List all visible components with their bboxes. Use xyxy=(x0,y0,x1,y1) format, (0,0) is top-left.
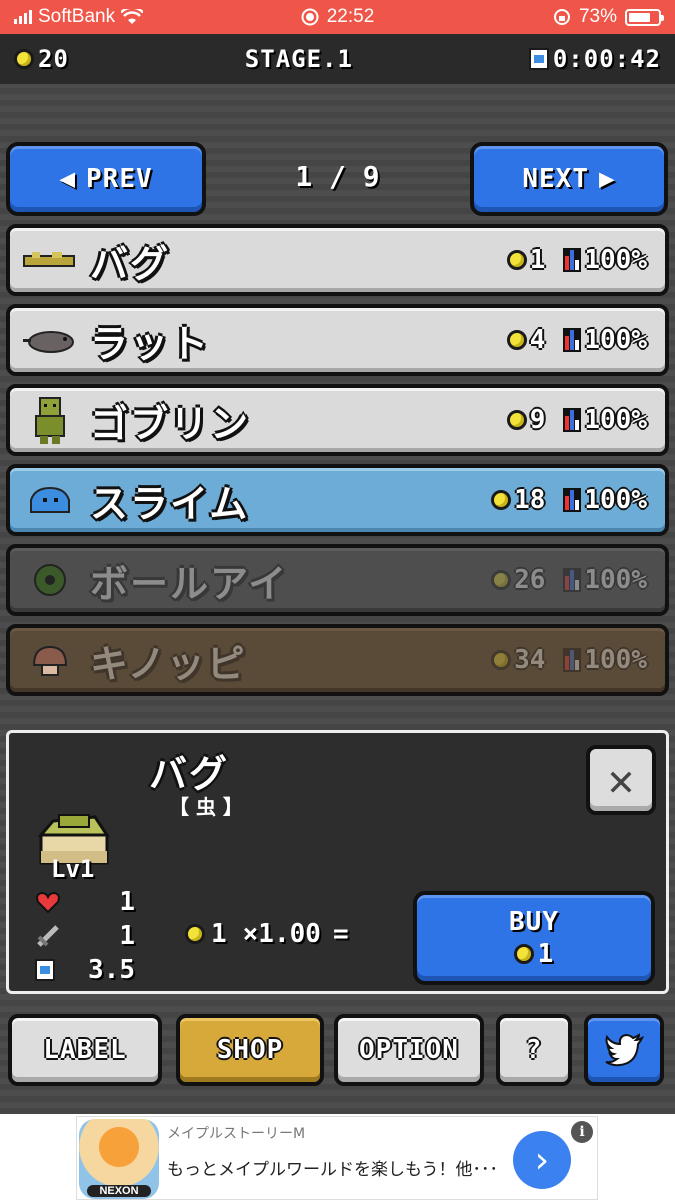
detail-category: 【 虫 】 xyxy=(169,795,243,819)
coin-icon xyxy=(506,410,527,430)
battery-icon xyxy=(625,8,664,26)
monster-row-bug[interactable]: バグ 1 100% xyxy=(6,224,669,296)
sword-icon xyxy=(37,925,59,947)
monster-percent: 100% xyxy=(584,485,647,515)
monster-name: キノッピ xyxy=(90,641,247,686)
wifi-icon xyxy=(121,9,144,24)
monster-row-ballaye[interactable]: ボールアイ 26 100% xyxy=(6,544,669,616)
monster-cost: 26 xyxy=(514,565,546,595)
heart-icon xyxy=(36,891,60,914)
coin-icon xyxy=(185,924,205,944)
hourglass-icon xyxy=(528,48,549,70)
monster-row-slime[interactable]: スライム 18 100% xyxy=(6,464,669,536)
monster-percent: 100% xyxy=(584,245,647,275)
level-label: Lv1 xyxy=(51,855,95,883)
monster-cost: 9 xyxy=(529,405,546,435)
monster-row-kinoppi[interactable]: キノッピ 34 100% xyxy=(6,624,669,696)
monster-percent: 100% xyxy=(584,565,647,595)
monster-percent: 100% xyxy=(584,405,647,435)
tab-label[interactable]: LABEL xyxy=(8,1014,162,1086)
monster-cost: 4 xyxy=(529,325,546,355)
monster-detail-panel: バグ 【 虫 】 ✕ Lv1 1 1 3.5 1 ×1.00 = BUY 1 xyxy=(6,730,669,994)
tab-shop[interactable]: SHOP xyxy=(176,1014,324,1086)
bug-sprite-icon xyxy=(23,252,75,267)
monster-name: バグ xyxy=(90,241,171,286)
stats-bar-icon xyxy=(563,488,582,512)
stats-bar-icon xyxy=(563,568,582,592)
coin-counter: 20 xyxy=(14,45,69,73)
monster-name: スライム xyxy=(90,481,250,526)
triangle-left-icon: ◀ xyxy=(59,164,77,194)
coin-icon xyxy=(14,49,34,69)
monster-row-goblin[interactable]: ゴブリン 9 100% xyxy=(6,384,669,456)
stats-bar-icon xyxy=(563,408,582,432)
recording-icon xyxy=(301,8,319,26)
monster-name: ボールアイ xyxy=(90,561,289,606)
orientation-lock-icon xyxy=(553,9,570,25)
coin-icon xyxy=(506,250,527,270)
ad-title: メイプルストーリーM xyxy=(167,1126,306,1142)
stat-hp: 1 xyxy=(35,887,135,917)
status-bar: SoftBank 22:52 73% xyxy=(0,0,675,34)
bottom-tabs: LABEL SHOP OPTION ? xyxy=(8,1014,668,1088)
clock: 22:52 xyxy=(326,6,375,27)
mushroom-sprite-icon xyxy=(32,645,68,676)
coin-icon xyxy=(491,570,512,590)
prev-button[interactable]: ◀ PREV xyxy=(6,142,206,216)
signal-icon xyxy=(14,10,32,24)
triangle-right-icon: ▶ xyxy=(598,164,616,194)
stat-speed: 3.5 xyxy=(35,955,135,985)
close-icon: ✕ xyxy=(607,754,635,806)
stat-attack: 1 xyxy=(35,921,135,951)
slime-sprite-icon xyxy=(30,486,70,513)
carrier-label: SoftBank xyxy=(38,6,116,27)
stats-bar-icon xyxy=(563,248,582,272)
close-button[interactable]: ✕ xyxy=(586,745,656,815)
timer-value: 0:00:42 xyxy=(552,45,661,73)
coin-icon xyxy=(506,330,527,350)
page-indicator: 1 / 9 xyxy=(295,160,380,193)
game-screen: 20 STAGE.1 0:00:42 ◀ PREV 1 / 9 NEXT ▶ バ… xyxy=(0,34,675,1114)
rat-sprite-icon xyxy=(23,331,74,353)
help-button[interactable]: ? xyxy=(496,1014,572,1086)
coin-icon xyxy=(491,650,512,670)
monster-percent: 100% xyxy=(584,325,647,355)
eyeball-sprite-icon xyxy=(34,564,66,596)
monster-name: ラット xyxy=(90,321,211,366)
cost-formula: 1 ×1.00 = xyxy=(185,919,349,949)
stats-bar-icon xyxy=(563,648,582,672)
coin-icon xyxy=(491,490,512,510)
coin-icon xyxy=(513,944,534,965)
buy-button[interactable]: BUY 1 xyxy=(413,891,655,985)
monster-cost: 1 xyxy=(529,245,546,275)
monster-cost: 34 xyxy=(514,645,546,675)
battery-percent: 73% xyxy=(578,6,617,27)
ad-info-icon[interactable]: i xyxy=(571,1121,593,1143)
hourglass-icon xyxy=(35,959,55,981)
monster-list: バグ 1 100% ラット 4 100% ゴブリン 9 100% スライム 18… xyxy=(6,224,669,704)
ad-content[interactable]: NEXON メイプルストーリーM もっとメイプルワールドを楽しもう！他･･･ ›… xyxy=(76,1116,598,1200)
twitter-button[interactable] xyxy=(584,1014,664,1086)
monster-row-rat[interactable]: ラット 4 100% xyxy=(6,304,669,376)
next-button[interactable]: NEXT ▶ xyxy=(470,142,668,216)
ad-banner[interactable]: NEXON メイプルストーリーM もっとメイプルワールドを楽しもう！他･･･ ›… xyxy=(0,1114,675,1200)
game-header: 20 STAGE.1 0:00:42 xyxy=(0,34,675,84)
monster-percent: 100% xyxy=(584,645,647,675)
coin-count: 20 xyxy=(38,45,69,73)
ad-brand: NEXON xyxy=(87,1185,151,1197)
ad-text: もっとメイプルワールドを楽しもう！他･･･ xyxy=(167,1160,498,1180)
timer: 0:00:42 xyxy=(528,45,661,73)
monster-name: ゴブリン xyxy=(90,401,251,446)
detail-name: バグ xyxy=(149,752,230,796)
stats-bar-icon xyxy=(563,328,582,352)
ad-arrow-button[interactable]: › xyxy=(513,1131,571,1189)
pager: ◀ PREV 1 / 9 NEXT ▶ xyxy=(0,142,675,216)
twitter-bird-icon xyxy=(605,1033,644,1067)
stage-title: STAGE.1 xyxy=(244,45,353,73)
goblin-sprite-icon xyxy=(35,397,65,444)
tab-option[interactable]: OPTION xyxy=(334,1014,484,1086)
monster-cost: 18 xyxy=(514,485,546,515)
